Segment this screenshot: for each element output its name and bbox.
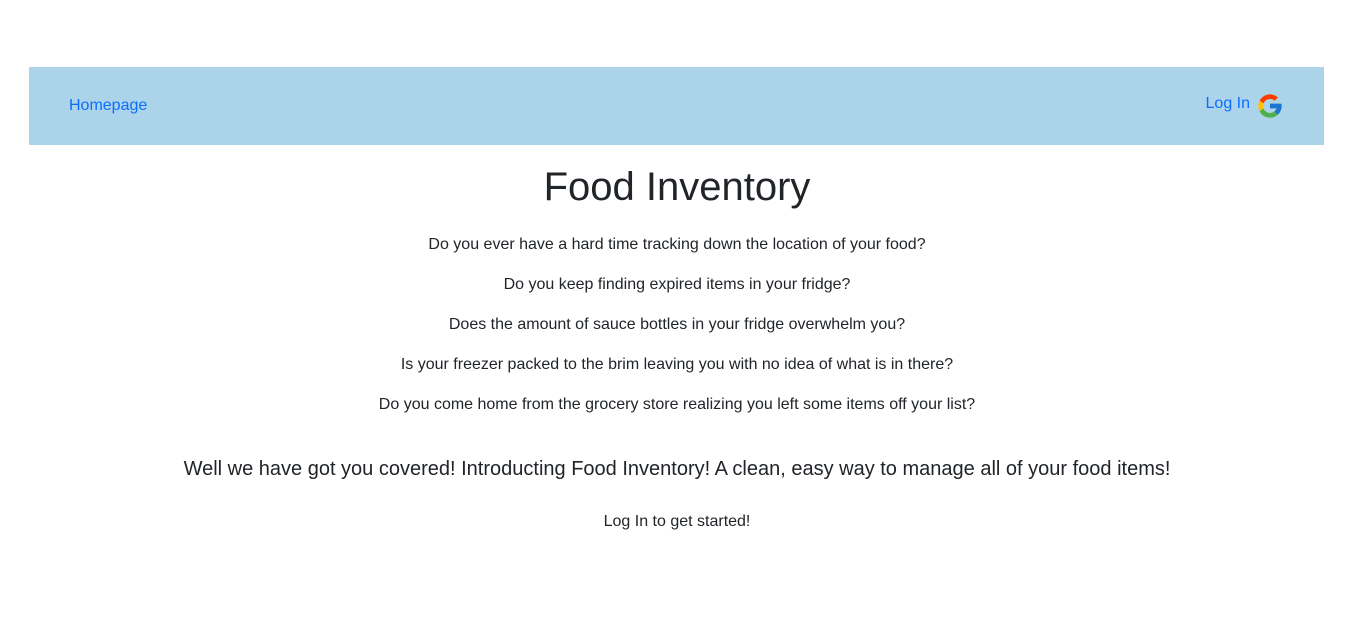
- page-title: Food Inventory: [543, 165, 811, 209]
- page: Homepage Log In Food Inventory Do you ev…: [0, 0, 1354, 636]
- navbar: Homepage Log In: [29, 67, 1324, 145]
- google-icon: [1258, 94, 1282, 118]
- question-item: Does the amount of sauce bottles in your…: [448, 316, 906, 333]
- login-button[interactable]: Log In: [1206, 91, 1284, 121]
- homepage-link[interactable]: Homepage: [69, 96, 147, 116]
- login-label: Log In: [1205, 95, 1250, 112]
- tagline: Well we have got you covered! Introducti…: [183, 458, 1171, 480]
- question-item: Do you keep finding expired items in you…: [503, 276, 851, 293]
- question-item: Do you come home from the grocery store …: [378, 396, 976, 413]
- login-cta-text: Log In to get started!: [603, 513, 751, 530]
- question-list: Do you ever have a hard time tracking do…: [0, 234, 1354, 434]
- question-item: Is your freezer packed to the brim leavi…: [400, 356, 954, 373]
- question-item: Do you ever have a hard time tracking do…: [428, 236, 926, 253]
